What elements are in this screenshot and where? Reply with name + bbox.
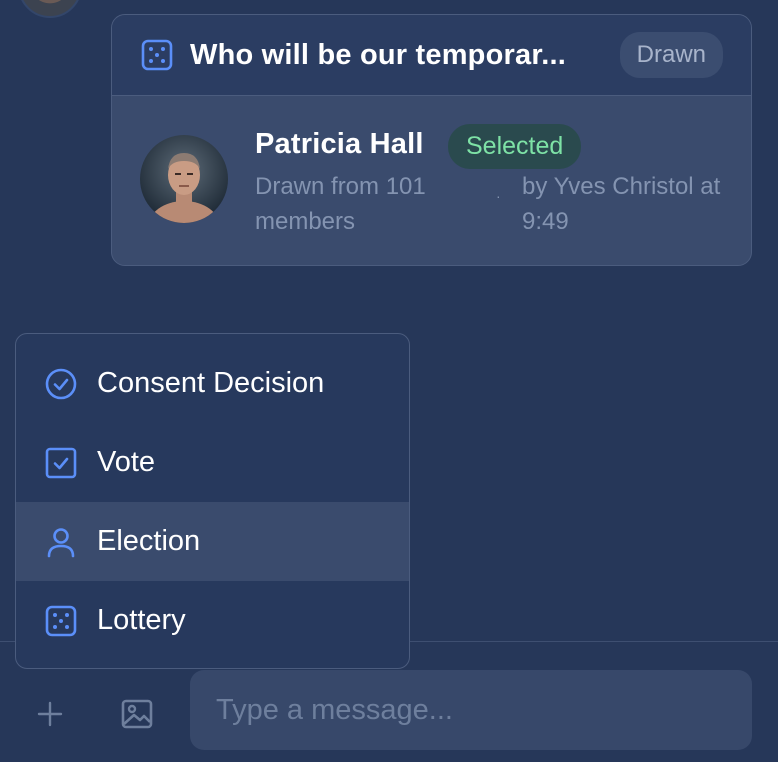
menu-item-election[interactable]: Election <box>16 502 409 581</box>
meta-separator: · <box>496 188 501 204</box>
drawn-from-text: Drawn from 101 members <box>255 173 426 235</box>
avatar[interactable] <box>18 0 82 18</box>
menu-item-lottery[interactable]: Lottery <box>16 581 409 660</box>
plus-icon[interactable] <box>33 697 67 731</box>
lottery-title: Who will be our temporar... <box>190 38 566 71</box>
lottery-card-body: Patricia Hall Selected Drawn from 101 me… <box>112 96 751 265</box>
message-input[interactable] <box>190 670 752 750</box>
lottery-result-card: Who will be our temporar... Drawn Patric… <box>111 14 752 266</box>
create-decision-menu: Consent Decision Vote Election Lottery <box>15 333 410 669</box>
winner-name: Patricia Hall <box>255 128 424 160</box>
check-circle-icon <box>45 368 77 399</box>
menu-item-vote[interactable]: Vote <box>16 423 409 502</box>
selected-badge: Selected <box>448 124 582 169</box>
menu-item-label: Vote <box>97 446 156 478</box>
menu-item-label: Lottery <box>97 604 186 636</box>
image-icon[interactable] <box>119 696 155 732</box>
winner-avatar[interactable] <box>140 135 228 223</box>
checkbox-icon <box>45 447 77 478</box>
person-icon <box>47 527 75 557</box>
lottery-card-header: Who will be our temporar... Drawn <box>112 15 751 96</box>
drawn-by-text: by Yves Christol at 9:49 <box>522 173 721 235</box>
dice-icon <box>141 39 173 71</box>
menu-item-consent-decision[interactable]: Consent Decision <box>16 344 409 423</box>
menu-item-label: Election <box>97 525 201 557</box>
status-badge: Drawn <box>619 32 723 78</box>
dice-icon <box>45 605 77 636</box>
chat-view: Who will be our temporar... Drawn Patric… <box>0 0 778 762</box>
menu-item-label: Consent Decision <box>97 367 325 399</box>
